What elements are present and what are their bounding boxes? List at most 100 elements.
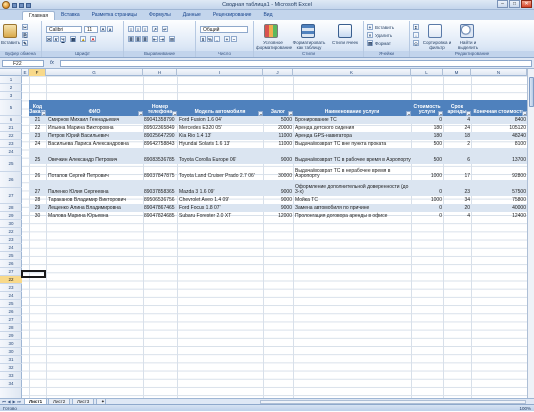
row-header[interactable]: 34 bbox=[0, 380, 22, 388]
cell-service[interactable]: Выдача/возврат ТС в рабочее время в Аэро… bbox=[295, 148, 411, 164]
cell-order-id[interactable]: 24 bbox=[29, 140, 46, 148]
cell-deposit[interactable]: 20000 bbox=[263, 124, 293, 132]
currency-icon[interactable]: $ bbox=[200, 36, 206, 42]
find-select-button[interactable]: Найти и выделить bbox=[454, 40, 482, 50]
vertical-scrollbar[interactable] bbox=[527, 69, 534, 398]
font-size-combo[interactable]: 11 bbox=[84, 26, 98, 33]
select-all-corner[interactable] bbox=[0, 69, 22, 76]
cell-order-id[interactable]: 23 bbox=[29, 132, 46, 140]
cell-car-model[interactable]: Ford Fusion 1.6 04' bbox=[179, 116, 263, 124]
cell-order-id[interactable]: 28 bbox=[29, 196, 46, 204]
cell-phone[interactable]: 89642758843 bbox=[144, 140, 177, 148]
row-header[interactable]: 32 bbox=[0, 364, 22, 372]
cell-deposit[interactable]: 5000 bbox=[263, 116, 293, 124]
cell-service[interactable]: Выдача/возврат ТС в нерабочее время в Аэ… bbox=[295, 164, 411, 180]
row-header[interactable]: 30 bbox=[0, 340, 22, 348]
cell-service[interactable]: Замена автомобиля по причине bbox=[295, 204, 411, 212]
office-button[interactable] bbox=[2, 1, 10, 9]
cell-service-cost[interactable]: 0 bbox=[411, 116, 443, 124]
cell-phone[interactable]: 89037847875 bbox=[144, 164, 177, 180]
column-header[interactable]: M bbox=[443, 69, 471, 76]
cell-deposit[interactable]: 9000 bbox=[263, 196, 293, 204]
cell-service-cost[interactable]: 1000 bbox=[411, 164, 443, 180]
row-header[interactable]: 22 bbox=[0, 276, 22, 284]
formula-input[interactable] bbox=[60, 60, 532, 67]
cell-service-cost[interactable]: 180 bbox=[411, 132, 443, 140]
cell-car-model[interactable]: Ford Focus 1.8 07' bbox=[179, 204, 263, 212]
cell-phone[interactable]: 89041358790 bbox=[144, 116, 177, 124]
column-header[interactable]: J bbox=[263, 69, 293, 76]
row-header[interactable]: 28 bbox=[0, 324, 22, 332]
column-header[interactable]: N bbox=[471, 69, 527, 76]
cell-final-cost[interactable]: 75800 bbox=[471, 196, 527, 204]
cell-final-cost[interactable]: 48240 bbox=[471, 132, 527, 140]
tab-page-layout[interactable]: Разметка страницы bbox=[86, 11, 143, 20]
cell-name[interactable]: Паленко Юлия Сергеевна bbox=[48, 180, 143, 196]
cell-styles-icon[interactable] bbox=[338, 24, 352, 38]
cell-service-cost[interactable]: 0 bbox=[411, 204, 443, 212]
cell-service-cost[interactable]: 1000 bbox=[411, 196, 443, 204]
cell-rental-term[interactable]: 34 bbox=[443, 196, 471, 204]
insert-cells-icon[interactable]: + bbox=[367, 24, 373, 30]
sort-filter-icon[interactable] bbox=[428, 24, 442, 38]
row-header[interactable]: 2 bbox=[0, 84, 22, 92]
row-header[interactable]: 23 bbox=[0, 140, 22, 148]
cell-name[interactable]: Ильина Марина Викторовна bbox=[48, 124, 143, 132]
align-middle-icon[interactable]: ≡ bbox=[135, 26, 141, 32]
row-header[interactable]: 26 bbox=[0, 172, 22, 188]
paste-button[interactable]: Вставить bbox=[1, 40, 20, 45]
tab-review[interactable]: Рецензирование bbox=[207, 11, 258, 20]
cell-service-cost[interactable]: 0 bbox=[411, 212, 443, 220]
cell-car-model[interactable]: Toyota Corolla Europe 06' bbox=[179, 148, 263, 164]
format-table-icon[interactable] bbox=[301, 24, 315, 38]
row-header[interactable]: 24 bbox=[0, 292, 22, 300]
cell-car-model[interactable]: Kia Rio 1.4 13' bbox=[179, 132, 263, 140]
font-name-combo[interactable]: Calibri bbox=[46, 26, 82, 33]
redo-icon[interactable] bbox=[26, 2, 31, 8]
cell-rental-term[interactable]: 4 bbox=[443, 212, 471, 220]
cell-name[interactable]: Потапов Сергей Петрович bbox=[48, 164, 143, 180]
decrease-indent-icon[interactable]: ⇤ bbox=[152, 36, 158, 42]
borders-icon[interactable]: ▦ bbox=[70, 36, 76, 42]
row-header[interactable]: 24 bbox=[0, 244, 22, 252]
row-header[interactable]: 31 bbox=[0, 356, 22, 364]
cell-rental-term[interactable]: 17 bbox=[443, 164, 471, 180]
bold-icon[interactable]: Ж bbox=[46, 36, 52, 42]
cell-name[interactable]: Смирнов Михаил Геннадьевич bbox=[48, 116, 143, 124]
insert-cells-button[interactable]: Вставить bbox=[375, 25, 394, 30]
cell-rental-term[interactable]: 20 bbox=[443, 204, 471, 212]
cell-phone[interactable]: 89047824685 bbox=[144, 212, 177, 220]
cell-service[interactable]: Выдача/возврат ТС вне пункта проката bbox=[295, 140, 411, 148]
cell-service[interactable]: Мойка ТС bbox=[295, 196, 411, 204]
undo-icon[interactable] bbox=[19, 2, 24, 8]
cell-name[interactable]: Петров Юрий Васильевич bbox=[48, 132, 143, 140]
row-header[interactable]: 25 bbox=[0, 252, 22, 260]
conditional-format-button[interactable]: Условное форматирование bbox=[256, 40, 292, 50]
align-bottom-icon[interactable]: ≡ bbox=[142, 26, 148, 32]
format-table-button[interactable]: Форматировать как таблицу bbox=[291, 40, 327, 50]
fx-icon[interactable]: fx bbox=[50, 60, 54, 67]
row-header[interactable]: 30 bbox=[0, 348, 22, 356]
find-select-icon[interactable] bbox=[460, 24, 474, 38]
row-header[interactable]: 23 bbox=[0, 284, 22, 292]
cell-order-id[interactable]: 29 bbox=[29, 204, 46, 212]
maximize-button[interactable]: □ bbox=[509, 0, 520, 8]
column-header[interactable]: E bbox=[22, 69, 29, 76]
increase-decimal-icon[interactable]: + bbox=[224, 36, 230, 42]
cell-phone[interactable]: 89083536785 bbox=[144, 148, 177, 164]
name-box[interactable]: F22 bbox=[2, 60, 44, 67]
minimize-button[interactable]: – bbox=[497, 0, 508, 8]
column-header[interactable]: H bbox=[143, 69, 177, 76]
cell-order-id[interactable]: 22 bbox=[29, 124, 46, 132]
cell-service-cost[interactable]: 0 bbox=[411, 180, 443, 196]
row-header[interactable]: 27 bbox=[0, 188, 22, 204]
percent-icon[interactable]: % bbox=[207, 36, 213, 42]
fill-color-icon[interactable]: ▲ bbox=[80, 36, 86, 42]
cell-name[interactable]: Малова Марина Юрьевна bbox=[48, 212, 143, 220]
cell-service-cost[interactable]: 500 bbox=[411, 148, 443, 164]
cell-rental-term[interactable]: 4 bbox=[443, 116, 471, 124]
number-format-combo[interactable]: Общий bbox=[200, 26, 248, 33]
cell-car-model[interactable]: Mazda 3 1.6 09' bbox=[179, 180, 263, 196]
format-painter-icon[interactable]: ✎ bbox=[22, 40, 28, 46]
cell-order-id[interactable]: 27 bbox=[29, 180, 46, 196]
